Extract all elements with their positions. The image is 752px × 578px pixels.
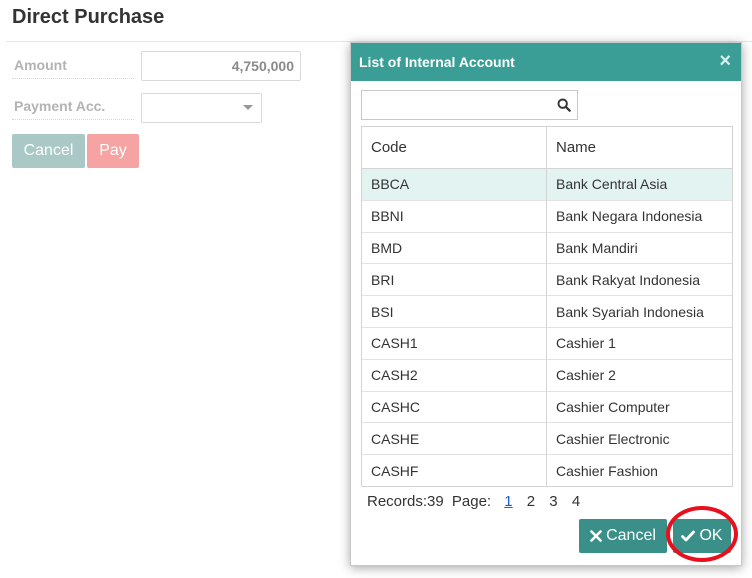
check-icon bbox=[681, 530, 696, 542]
ok-label: OK bbox=[699, 527, 723, 544]
account-table: Code Name BBCA Bank Central Asia BBNI Ba… bbox=[361, 126, 733, 487]
search-box bbox=[361, 90, 578, 120]
page-link-3[interactable]: 3 bbox=[549, 493, 557, 510]
cell-code: CASHE bbox=[361, 422, 547, 455]
close-icon[interactable]: × bbox=[719, 51, 731, 71]
amount-field[interactable] bbox=[141, 51, 301, 81]
cell-name: Cashier Computer bbox=[546, 390, 733, 423]
cell-name: Cashier 1 bbox=[546, 326, 733, 360]
dialog-cancel-button[interactable]: Cancel bbox=[579, 519, 667, 553]
cell-code: CASHF bbox=[361, 454, 547, 487]
cell-code: BRI bbox=[361, 263, 547, 296]
table-row[interactable]: CASH1 Cashier 1 bbox=[361, 326, 733, 360]
cell-name: Bank Negara Indonesia bbox=[546, 199, 733, 233]
page-label: Page: bbox=[451, 493, 492, 510]
cell-code: BSI bbox=[361, 295, 547, 328]
table-row[interactable]: BBCA Bank Central Asia bbox=[361, 168, 733, 201]
cell-code: BBCA bbox=[361, 168, 547, 201]
table-row[interactable]: BBNI Bank Negara Indonesia bbox=[361, 199, 733, 233]
search-input[interactable] bbox=[362, 91, 552, 119]
cell-name: Bank Mandiri bbox=[546, 231, 733, 264]
cell-code: CASH2 bbox=[361, 358, 547, 392]
page-link-1[interactable]: 1 bbox=[504, 493, 512, 510]
amount-label: Amount bbox=[12, 51, 134, 79]
table-row[interactable]: BMD Bank Mandiri bbox=[361, 231, 733, 264]
column-header-code[interactable]: Code bbox=[361, 126, 547, 169]
page-link-2[interactable]: 2 bbox=[527, 493, 535, 510]
cell-name: Bank Rakyat Indonesia bbox=[546, 263, 733, 296]
internal-account-dialog: List of Internal Account × Code Name BBC… bbox=[350, 42, 742, 566]
table-row[interactable]: BRI Bank Rakyat Indonesia bbox=[361, 263, 733, 296]
table-row[interactable]: CASHC Cashier Computer bbox=[361, 390, 733, 423]
cell-code: CASHC bbox=[361, 390, 547, 423]
page-link-4[interactable]: 4 bbox=[572, 493, 580, 510]
table-row[interactable]: CASHF Cashier Fashion bbox=[361, 454, 733, 487]
records-count: Records:39 bbox=[367, 493, 444, 510]
table-row[interactable]: CASH2 Cashier 2 bbox=[361, 358, 733, 392]
cancel-button[interactable]: Cancel bbox=[12, 134, 85, 168]
cell-name: Cashier Fashion bbox=[546, 454, 733, 487]
cell-name: Bank Syariah Indonesia bbox=[546, 295, 733, 328]
caret-down-icon bbox=[243, 105, 253, 110]
dialog-header: List of Internal Account × bbox=[351, 43, 741, 81]
times-icon bbox=[590, 530, 602, 542]
cell-code: BBNI bbox=[361, 199, 547, 233]
cell-code: BMD bbox=[361, 231, 547, 264]
ok-button[interactable]: OK bbox=[673, 519, 731, 553]
payment-acc-label: Payment Acc. bbox=[12, 92, 134, 120]
dialog-cancel-label: Cancel bbox=[606, 527, 656, 544]
pay-button[interactable]: Pay bbox=[87, 134, 139, 168]
dialog-title: List of Internal Account bbox=[359, 54, 515, 70]
search-icon[interactable] bbox=[557, 98, 571, 112]
cell-name: Cashier 2 bbox=[546, 358, 733, 392]
table-row[interactable]: BSI Bank Syariah Indonesia bbox=[361, 295, 733, 328]
cell-name: Bank Central Asia bbox=[546, 168, 733, 201]
cell-name: Cashier Electronic bbox=[546, 422, 733, 455]
cell-code: CASH1 bbox=[361, 326, 547, 360]
table-row[interactable]: CASHE Cashier Electronic bbox=[361, 422, 733, 455]
table-header-row: Code Name bbox=[361, 126, 733, 169]
column-header-name[interactable]: Name bbox=[546, 126, 733, 169]
pager: Records:39 Page: 1 2 3 4 bbox=[367, 493, 585, 510]
payment-acc-select[interactable] bbox=[141, 93, 262, 123]
page-title: Direct Purchase bbox=[12, 6, 165, 28]
